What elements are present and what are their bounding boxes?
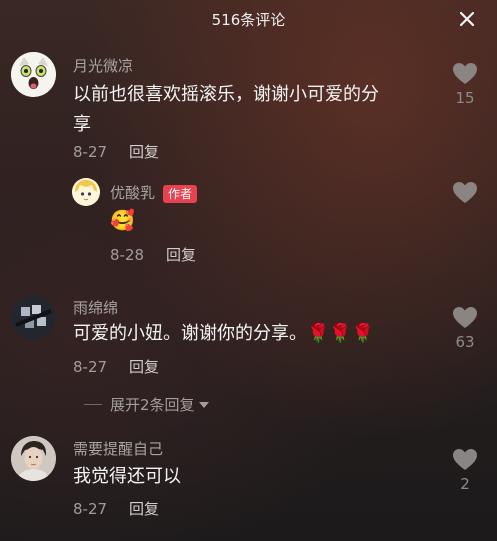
comment-text: 我觉得还可以 [73, 466, 181, 487]
avatar[interactable] [11, 52, 56, 97]
heart-icon [453, 182, 477, 203]
comment-meta: 8-27 回复 [73, 141, 159, 162]
avatar[interactable] [11, 436, 56, 481]
comment-date: 8-27 [73, 142, 108, 161]
chevron-down-icon [198, 401, 209, 408]
reply-button[interactable]: 回复 [129, 141, 159, 162]
expand-replies-label: 展开2条回复 [110, 396, 195, 414]
like-count: 15 [455, 89, 475, 107]
comment-date: 8-27 [73, 499, 108, 518]
comment-date: 8-27 [73, 357, 108, 376]
avatar[interactable] [72, 178, 100, 206]
comment-count-title: 516条评论 [211, 10, 286, 29]
comment-username[interactable]: 雨绵绵 [73, 297, 118, 318]
comments-header: 516条评论 [0, 0, 497, 38]
like-count: 63 [455, 333, 475, 351]
anime-blonde-icon [72, 178, 100, 206]
author-badge: 作者 [163, 185, 198, 203]
reply-username-text[interactable]: 优酸乳 [110, 184, 155, 202]
heart-icon [453, 307, 477, 328]
reply-meta: 8-28 回复 [110, 244, 196, 265]
heart-icon [453, 63, 477, 84]
reply-button[interactable]: 回复 [129, 498, 159, 519]
comment-text-line: 享 [73, 114, 91, 135]
like-button[interactable]: 2 [445, 448, 485, 493]
cat-face-icon [11, 52, 56, 97]
man-portrait-icon [11, 436, 56, 481]
divider-line [84, 404, 102, 405]
reply-button[interactable]: 回复 [129, 356, 159, 377]
comment-text: 可爱的小妞。谢谢你的分享。🌹🌹🌹 [73, 323, 375, 344]
comment-meta: 8-27 回复 [73, 356, 159, 377]
reply-text: 🥰 [110, 208, 135, 232]
comment-text: 以前也很喜欢摇滚乐，谢谢小可爱的分 享 [73, 80, 443, 140]
heart-icon [453, 449, 477, 470]
reply-button[interactable]: 回复 [166, 244, 196, 265]
comment-username[interactable]: 月光微凉 [73, 55, 133, 76]
expand-replies-button[interactable]: 展开2条回复 [84, 394, 210, 415]
comment-text-line: 以前也很喜欢摇滚乐，谢谢小可爱的分 [73, 84, 379, 105]
comment-meta: 8-27 回复 [73, 498, 159, 519]
close-icon [459, 11, 475, 27]
reply-username: 优酸乳 作者 [110, 182, 198, 203]
like-button[interactable] [445, 181, 485, 204]
like-count: 2 [460, 475, 470, 493]
reply-date: 8-28 [110, 245, 145, 264]
close-button[interactable] [455, 7, 479, 31]
like-button[interactable]: 15 [445, 62, 485, 107]
comment-username[interactable]: 需要提醒自己 [73, 438, 163, 459]
avatar[interactable] [11, 295, 56, 340]
window-shadow-icon [11, 295, 56, 340]
like-button[interactable]: 63 [445, 306, 485, 351]
